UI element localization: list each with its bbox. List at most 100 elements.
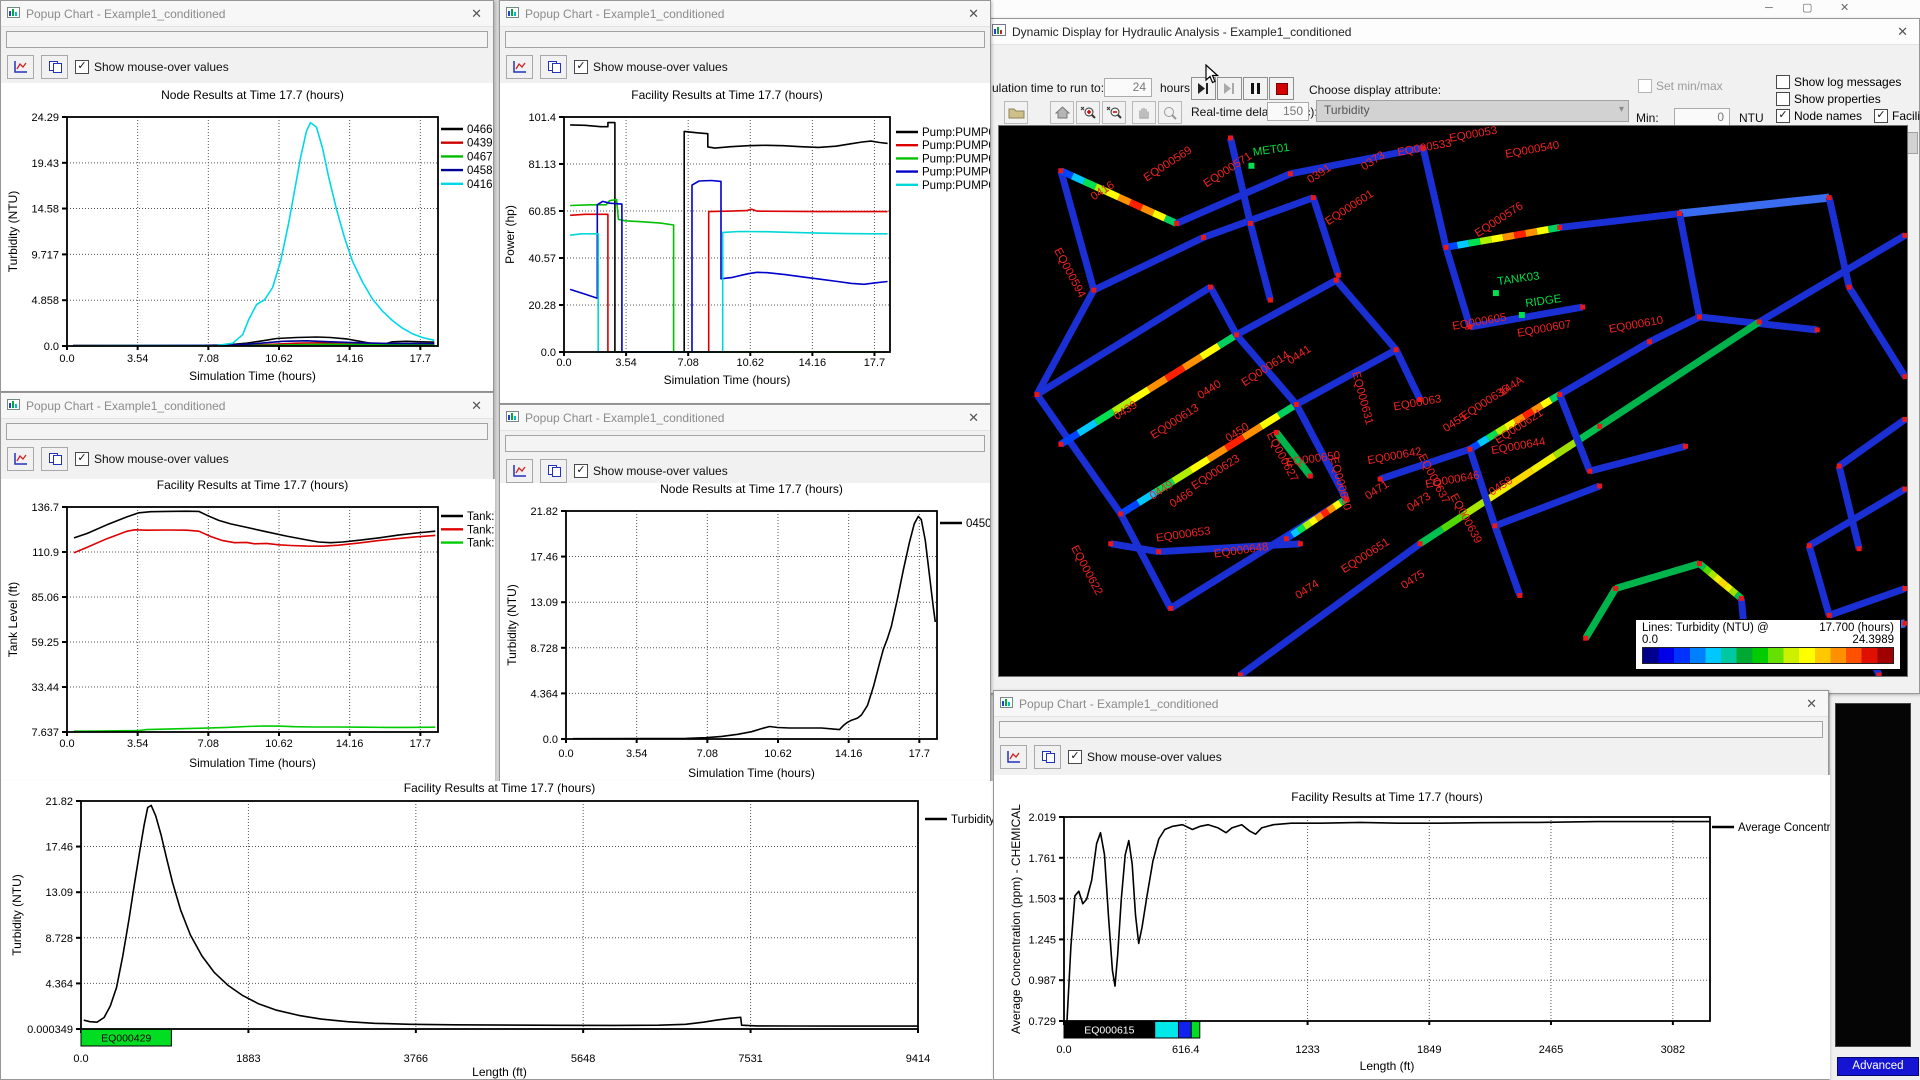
pipe xyxy=(1292,531,1298,535)
pan-button[interactable] xyxy=(1132,101,1156,124)
show-mouseover-checkbox[interactable]: ✓ Show mouse-over values xyxy=(574,464,728,478)
y-tick-label: 33.44 xyxy=(31,682,59,694)
close-icon[interactable]: ✕ xyxy=(963,6,984,22)
x-tick-label: 7.08 xyxy=(198,353,219,365)
zoom-window-button[interactable] xyxy=(1158,101,1182,124)
network-map-canvas[interactable]: 0416EQ000569EQ000594EQ000571MET01EQ00060… xyxy=(999,126,1907,676)
node-names-checkbox[interactable]: ✓ Node names xyxy=(1776,109,1862,123)
set-minmax-checkbox[interactable]: ✓ Set min/max xyxy=(1638,79,1723,93)
minimize-icon[interactable]: ─ xyxy=(1765,2,1773,15)
close-icon[interactable]: ✕ xyxy=(963,410,984,426)
show-mouseover-checkbox[interactable]: ✓ Show mouse-over values xyxy=(1068,750,1222,764)
node-marker xyxy=(1903,233,1907,238)
mouseover-value-field[interactable] xyxy=(505,435,985,452)
copy-chart-button[interactable] xyxy=(41,55,68,79)
copy-chart-button[interactable] xyxy=(540,55,567,79)
pause-icon xyxy=(1257,83,1260,94)
show-log-checkbox[interactable]: ✓ Show log messages xyxy=(1776,75,1901,89)
close-icon[interactable]: ✕ xyxy=(1840,2,1849,15)
chart-icon xyxy=(13,452,29,466)
pipe xyxy=(1298,527,1304,531)
close-icon[interactable]: ✕ xyxy=(1892,24,1913,40)
realtime-delay-input[interactable]: 150 xyxy=(1267,102,1309,121)
popup-titlebar[interactable]: Popup Chart - Example1_conditioned ✕ xyxy=(1,1,493,27)
node-marker xyxy=(1034,392,1039,397)
chart-canvas-tank-results[interactable]: Facility Results at Time 17.7 (hours)0.0… xyxy=(1,479,495,781)
checkbox-box: ✓ xyxy=(574,60,588,74)
legend-label: Tank:TANK01 xyxy=(467,538,495,550)
chart-options-button[interactable] xyxy=(506,459,533,483)
node-marker xyxy=(1903,417,1907,422)
display-attribute-dropdown[interactable]: Turbidity ▾ xyxy=(1316,100,1629,122)
mouseover-value-field[interactable] xyxy=(999,721,1823,738)
chart-options-button[interactable] xyxy=(7,447,34,471)
node-marker xyxy=(1467,447,1472,452)
show-mouseover-checkbox[interactable]: ✓ Show mouse-over values xyxy=(574,60,728,74)
pipe xyxy=(1130,202,1142,207)
x-tick-label: 5648 xyxy=(571,1053,595,1065)
x-tick-label: 3766 xyxy=(404,1053,428,1065)
main-titlebar[interactable]: Dynamic Display for Hydraulic Analysis -… xyxy=(986,19,1919,45)
node-marker xyxy=(1108,541,1113,546)
zoom-out-button[interactable] xyxy=(1102,101,1126,124)
node-marker xyxy=(1557,225,1562,230)
node-marker xyxy=(1903,487,1907,492)
home-icon xyxy=(1055,106,1070,119)
x-axis-label: Simulation Time (hours) xyxy=(189,369,316,383)
run-button[interactable] xyxy=(1217,77,1242,100)
desktop: ─ ▢ ✕ Dynamic Display for Hydraulic Anal… xyxy=(0,0,1920,1080)
pipe xyxy=(1492,237,1503,239)
chart-options-button[interactable] xyxy=(1000,745,1027,769)
simulation-time-input[interactable]: 24 xyxy=(1104,78,1152,97)
chart-icon xyxy=(13,60,29,74)
chart-canvas-node-results[interactable]: Node Results at Time 17.7 (hours)0.03.54… xyxy=(1,83,493,391)
mouseover-value-field[interactable] xyxy=(6,423,488,440)
y-tick-label: 8.728 xyxy=(530,643,558,655)
chart-canvas-pump-results[interactable]: Facility Results at Time 17.7 (hours)0.0… xyxy=(500,83,990,403)
chart-title: Node Results at Time 17.7 (hours) xyxy=(161,88,344,102)
y-tick-label: 21.82 xyxy=(530,506,558,518)
stop-button[interactable] xyxy=(1269,77,1294,100)
hand-icon xyxy=(1137,106,1151,119)
facility-names-checkbox[interactable]: ✓ Facilit xyxy=(1874,109,1920,123)
node-marker xyxy=(1394,347,1399,352)
network-map[interactable]: 0416EQ000569EQ000594EQ000571MET01EQ00060… xyxy=(998,125,1908,677)
node-marker xyxy=(1903,374,1907,379)
node-marker xyxy=(1168,606,1173,611)
show-mouseover-checkbox[interactable]: ✓ Show mouse-over values xyxy=(75,452,229,466)
mouseover-value-field[interactable] xyxy=(6,31,488,48)
popup-titlebar[interactable]: Popup Chart - Example1_conditioned ✕ xyxy=(994,691,1828,717)
popup-titlebar[interactable]: Popup Chart - Example1_conditioned ✕ xyxy=(1,393,493,419)
x-tick-label: 7.08 xyxy=(198,738,219,750)
legend-label: 0467 xyxy=(467,151,493,163)
chart-title: Facility Results at Time 17.7 (hours) xyxy=(404,781,595,795)
show-properties-checkbox[interactable]: ✓ Show properties xyxy=(1776,92,1881,106)
chart-options-button[interactable] xyxy=(506,55,533,79)
home-view-button[interactable] xyxy=(1050,101,1074,124)
x-tick-label: 1883 xyxy=(236,1053,260,1065)
chart-canvas-node0450[interactable]: Node Results at Time 17.7 (hours)0.03.54… xyxy=(500,483,990,783)
node-marker xyxy=(1677,211,1682,216)
copy-chart-button[interactable] xyxy=(1034,745,1061,769)
y-tick-label: 0.000349 xyxy=(27,1024,73,1036)
copy-chart-button[interactable] xyxy=(540,459,567,483)
chart-options-button[interactable] xyxy=(7,55,34,79)
close-icon[interactable]: ✕ xyxy=(1801,696,1822,712)
chart-canvas-turbidity-profile[interactable]: Facility Results at Time 17.7 (hours) 0.0… xyxy=(1,781,993,1079)
copy-chart-button[interactable] xyxy=(41,447,68,471)
popup-titlebar[interactable]: Popup Chart - Example1_conditioned ✕ xyxy=(500,405,990,431)
pause-button[interactable] xyxy=(1243,77,1268,100)
popup-title: Popup Chart - Example1_conditioned xyxy=(1019,697,1795,711)
mouseover-value-field[interactable] xyxy=(505,31,985,48)
pipe xyxy=(1503,235,1514,237)
close-icon[interactable]: ✕ xyxy=(466,6,487,22)
x-tick-label: 10.62 xyxy=(737,357,765,369)
show-mouseover-checkbox[interactable]: ✓ Show mouse-over values xyxy=(75,60,229,74)
chart-canvas-concentration-profile[interactable]: Facility Results at Time 17.7 (hours)0.0… xyxy=(994,775,1830,1079)
close-icon[interactable]: ✕ xyxy=(466,398,487,414)
advanced-button[interactable]: Advanced xyxy=(1837,1057,1919,1076)
open-button[interactable] xyxy=(1004,101,1028,124)
popup-titlebar[interactable]: Popup Chart - Example1_conditioned ✕ xyxy=(500,1,990,27)
zoom-in-button[interactable] xyxy=(1076,101,1100,124)
maximize-icon[interactable]: ▢ xyxy=(1802,2,1812,15)
